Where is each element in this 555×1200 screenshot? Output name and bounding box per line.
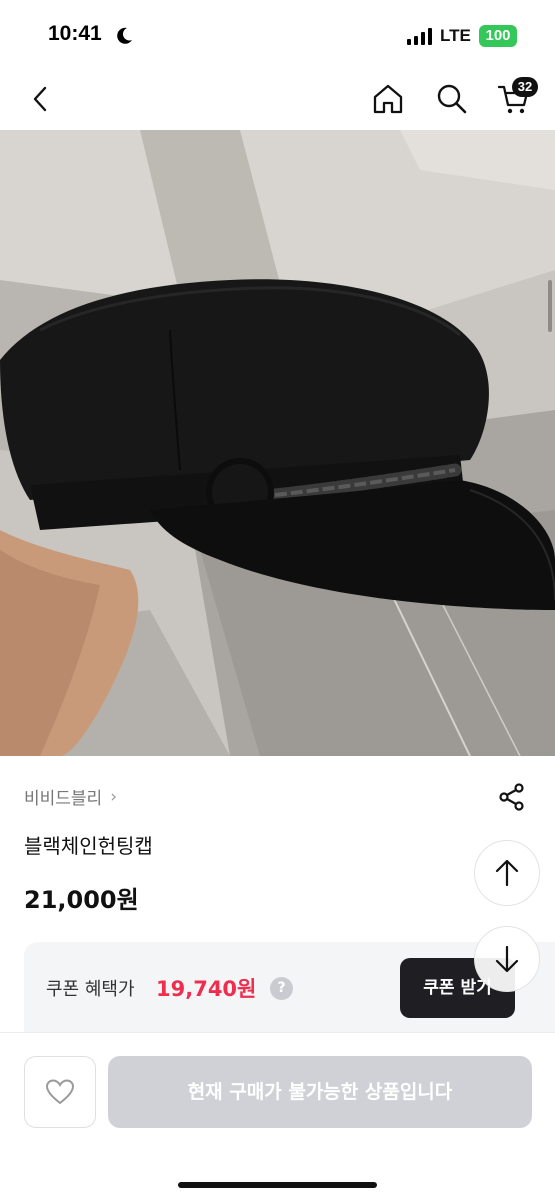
scroll-bottom-button[interactable] — [474, 926, 540, 992]
hat-photo — [0, 130, 555, 756]
chevron-right-icon: › — [110, 786, 118, 807]
back-button[interactable] — [18, 70, 62, 128]
home-button[interactable] — [366, 70, 410, 128]
chevron-left-icon — [33, 86, 47, 112]
share-button[interactable] — [494, 780, 530, 814]
wishlist-button[interactable] — [24, 1056, 96, 1128]
heart-icon — [45, 1079, 75, 1105]
help-icon[interactable]: ? — [270, 977, 293, 1000]
home-indicator — [178, 1182, 377, 1188]
product-image[interactable] — [0, 130, 555, 756]
scroll-top-button[interactable] — [474, 840, 540, 906]
battery-indicator: 100 — [479, 25, 517, 47]
product-name: 블랙체인헌팅캡 — [24, 834, 153, 858]
cart-count-badge: 32 — [512, 77, 538, 97]
arrow-down-icon — [495, 945, 519, 973]
moon-icon — [117, 27, 132, 44]
status-bar: 10:41 LTE 100 — [0, 0, 555, 70]
purchase-unavailable-button[interactable]: 현재 구매가 불가능한 상품입니다 — [108, 1056, 532, 1128]
signal-icon — [407, 28, 432, 45]
share-icon — [499, 783, 524, 811]
search-icon — [437, 84, 467, 114]
coupon-price: 19,740원 — [156, 977, 257, 1001]
product-price: 21,000원 — [24, 886, 139, 914]
brand-link[interactable]: 비비드블리 › — [24, 784, 118, 810]
nav-bar — [0, 70, 555, 128]
coupon-label: 쿠폰 혜택가 — [46, 979, 135, 1000]
network-label: LTE — [440, 26, 471, 45]
home-icon — [373, 84, 403, 114]
status-time: 10:41 — [48, 22, 102, 45]
divider — [0, 1032, 555, 1033]
arrow-up-icon — [495, 859, 519, 887]
search-button[interactable] — [430, 70, 474, 128]
brand-name: 비비드블리 — [24, 789, 103, 809]
